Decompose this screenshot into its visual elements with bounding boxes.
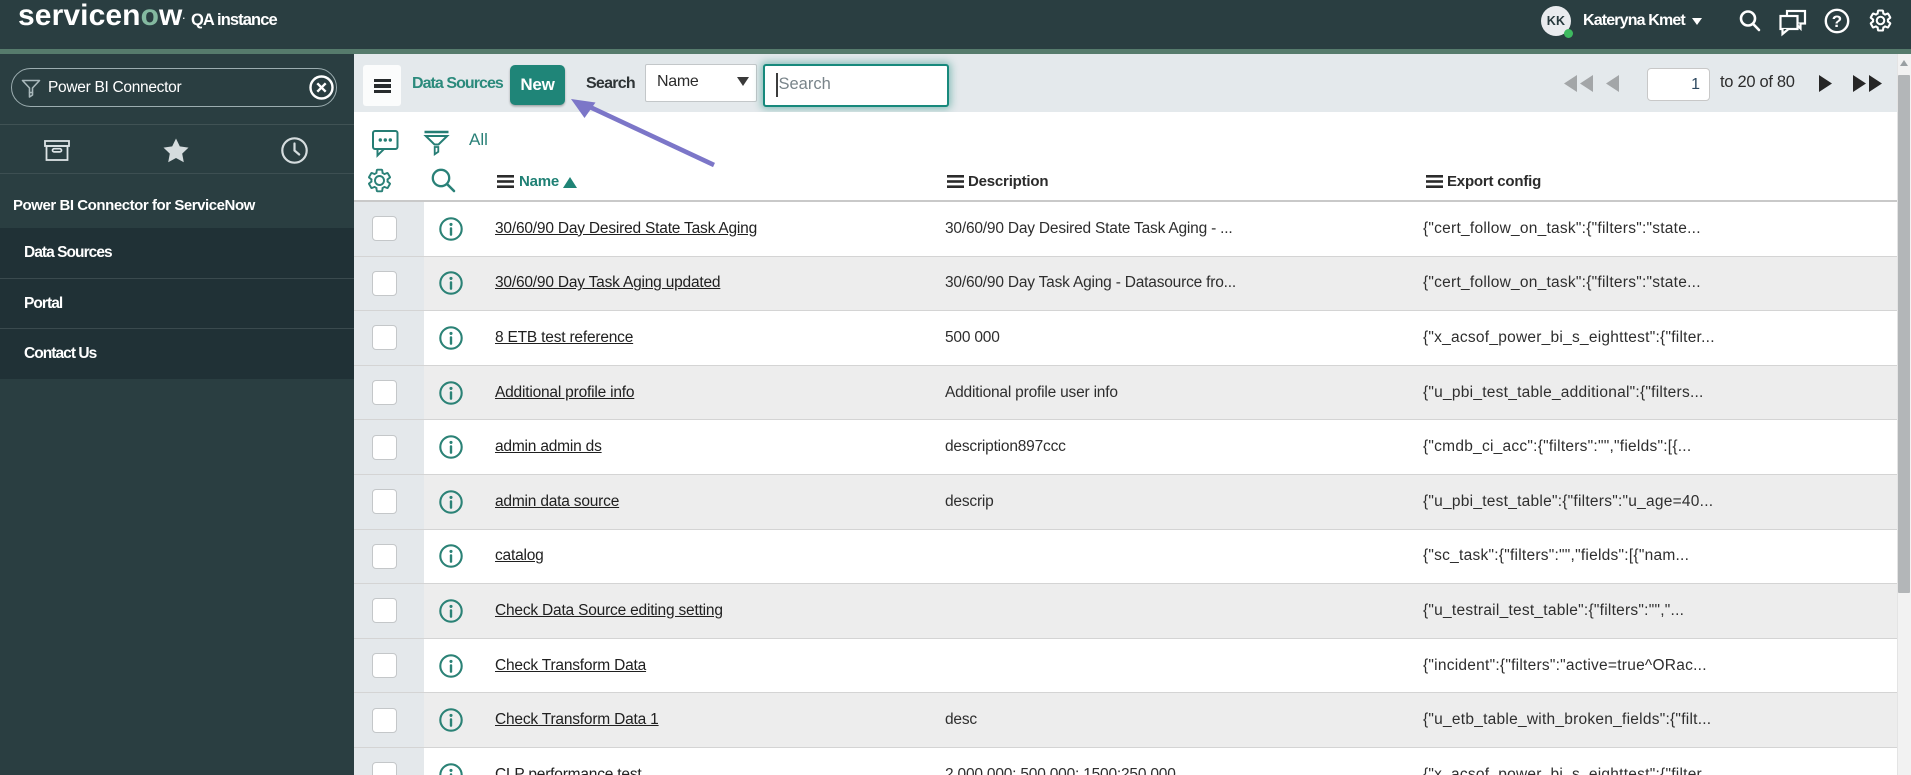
svg-text:?: ?	[1832, 12, 1842, 31]
